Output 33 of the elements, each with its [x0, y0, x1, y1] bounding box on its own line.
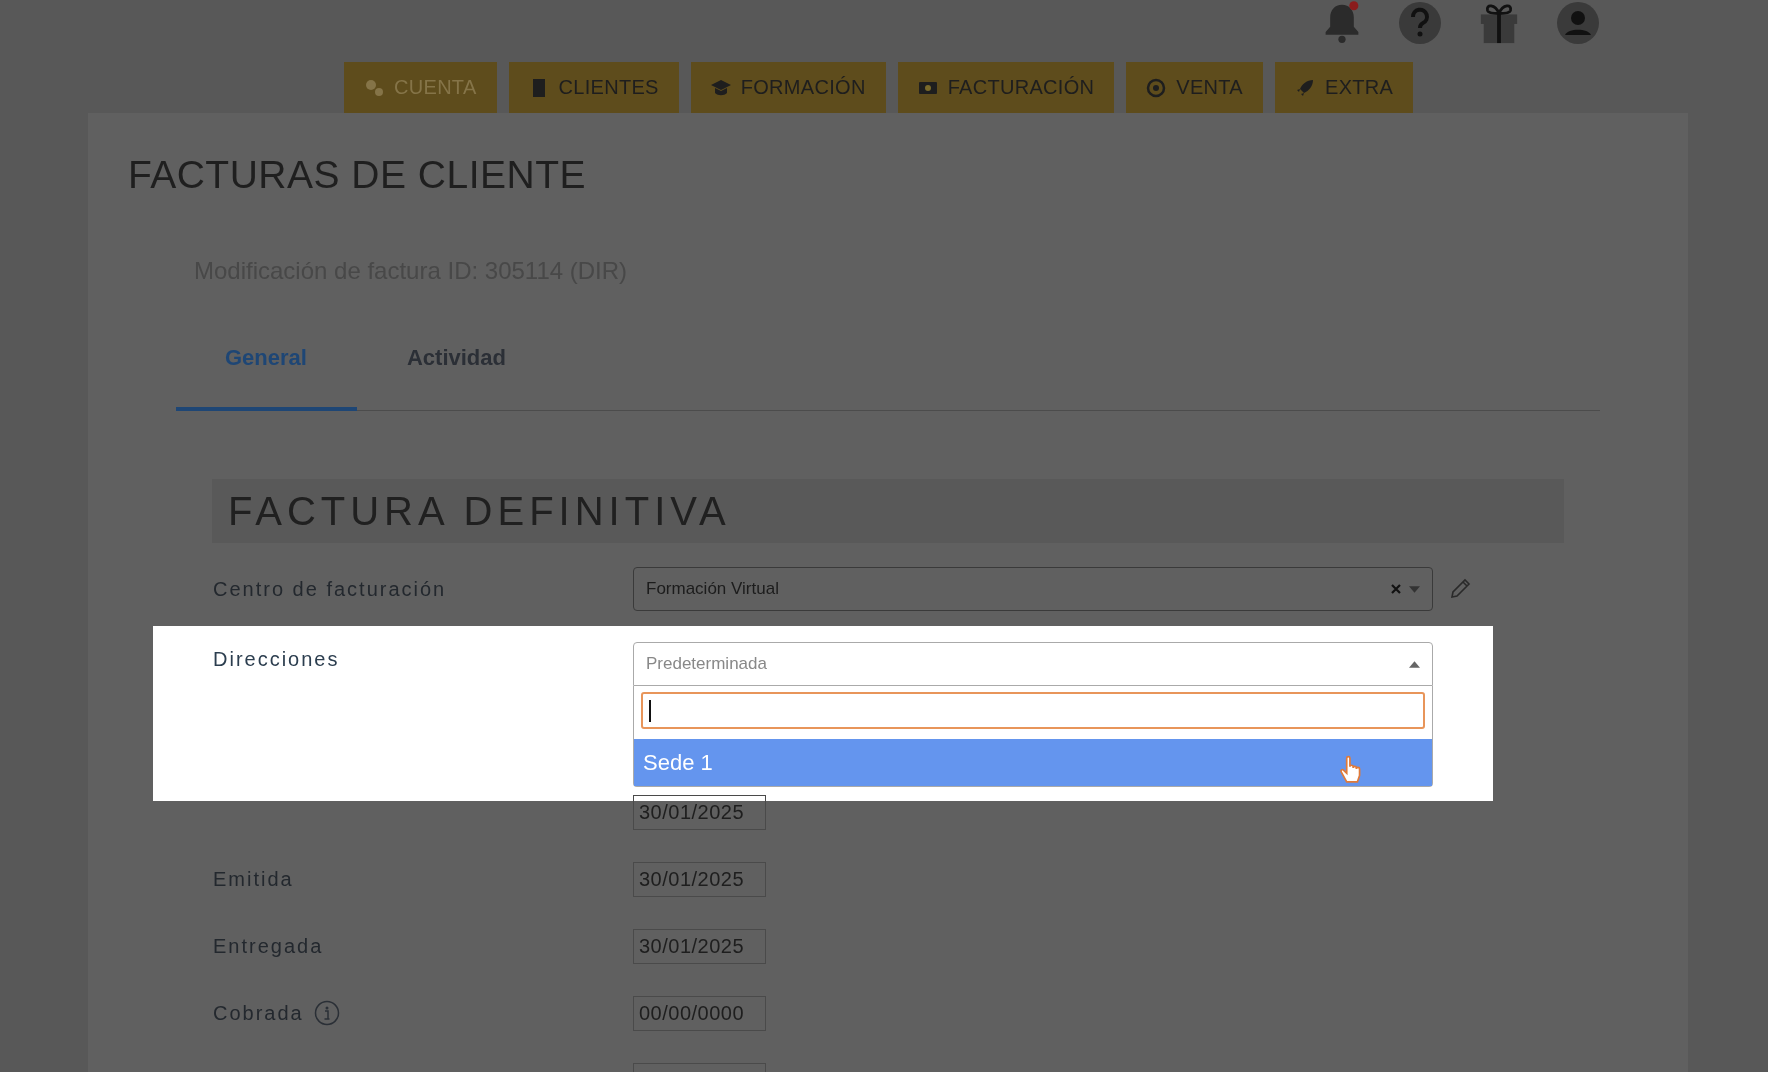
field-label: Emitida — [213, 867, 294, 891]
nav-button[interactable]: CLIENTES — [508, 62, 679, 113]
tab[interactable]: General — [176, 345, 357, 411]
field-label: Entregada — [213, 934, 324, 958]
search-field[interactable] — [641, 692, 1425, 729]
gears-icon — [364, 77, 384, 98]
nav-button[interactable]: EXTRA — [1275, 62, 1414, 113]
field-label: Direcciones — [213, 648, 341, 671]
rocket-icon — [1295, 77, 1315, 98]
nav-button[interactable]: FACTURACIÓN — [897, 62, 1115, 113]
info-icon[interactable] — [313, 1000, 340, 1026]
date-field[interactable]: 00/00/0000 — [633, 995, 766, 1031]
select-placeholder: Predeterminada — [646, 654, 767, 674]
target-icon — [1146, 77, 1167, 98]
nav-button[interactable]: VENTA — [1126, 62, 1263, 113]
date-field[interactable]: 30/01/2025 — [633, 928, 766, 964]
field-label: Cobrada — [213, 1001, 304, 1025]
date-field[interactable]: 30/01/2025 — [633, 861, 766, 897]
select-value: Formación Virtual — [646, 579, 779, 599]
clear-icon[interactable] — [1391, 584, 1401, 594]
help-icon[interactable] — [1398, 1, 1442, 45]
dropdown-option[interactable]: Sede 1 — [634, 739, 1432, 786]
nav-button[interactable]: FORMACIÓN — [690, 62, 886, 113]
user-icon[interactable] — [1556, 1, 1600, 45]
page-title: FACTURAS DE CLIENTE — [127, 152, 588, 197]
select-field[interactable]: Predeterminada — [633, 642, 1433, 686]
section-title: FACTURA DEFINITIVA — [228, 488, 731, 534]
select-field[interactable]: Formación Virtual — [633, 567, 1433, 611]
caret-icon — [1409, 585, 1420, 593]
date-field[interactable]: 30/01/2025 — [633, 794, 766, 830]
field-label: Centro de facturación — [213, 577, 448, 601]
pencil-icon[interactable] — [1449, 578, 1471, 600]
graduation-cap-icon — [710, 77, 731, 98]
